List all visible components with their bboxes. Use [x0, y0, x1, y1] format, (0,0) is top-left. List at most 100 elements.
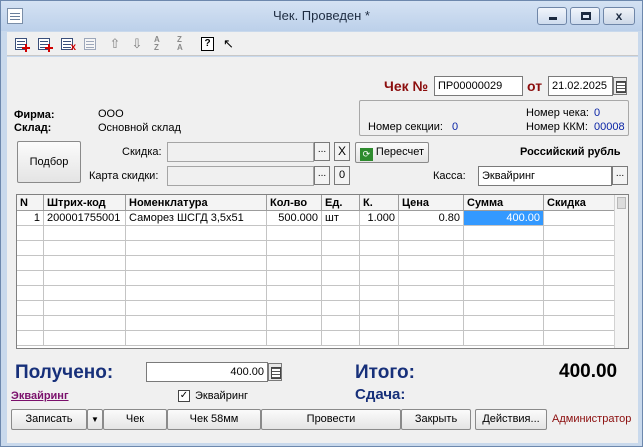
post-button[interactable]: Провести	[261, 409, 401, 430]
help-icon[interactable]: ?	[199, 36, 215, 52]
delete-row-icon[interactable]: x	[60, 36, 76, 53]
col-header-unit[interactable]: Ед.	[322, 195, 360, 211]
empty-cell[interactable]	[544, 226, 616, 241]
empty-cell[interactable]	[464, 316, 544, 331]
empty-cell[interactable]	[399, 316, 464, 331]
empty-cell[interactable]	[544, 301, 616, 316]
empty-cell[interactable]	[126, 271, 267, 286]
cell-n[interactable]: 1	[17, 211, 44, 226]
empty-cell[interactable]	[267, 331, 322, 346]
maximize-button[interactable]	[570, 7, 600, 25]
empty-cell[interactable]	[322, 301, 360, 316]
edit-row-icon[interactable]	[83, 36, 99, 52]
empty-cell[interactable]	[126, 256, 267, 271]
empty-cell[interactable]	[544, 256, 616, 271]
cell-price[interactable]: 0.80	[399, 211, 464, 226]
empty-cell[interactable]	[267, 241, 322, 256]
empty-cell[interactable]	[360, 286, 399, 301]
empty-cell[interactable]	[44, 331, 126, 346]
empty-cell[interactable]	[322, 226, 360, 241]
empty-cell[interactable]	[464, 301, 544, 316]
calendar-icon[interactable]	[613, 77, 627, 95]
discount-card-select-button[interactable]: ...	[314, 166, 330, 185]
empty-cell[interactable]	[322, 241, 360, 256]
sort-descending-icon[interactable]: ZA	[176, 36, 192, 52]
discount-card-zero-button[interactable]: 0	[334, 166, 350, 185]
check-number-field[interactable]: ПР00000029	[434, 76, 523, 96]
empty-cell[interactable]	[44, 286, 126, 301]
empty-cell[interactable]	[464, 256, 544, 271]
table-scrollbar[interactable]	[614, 195, 628, 348]
cell-unit[interactable]: шт	[322, 211, 360, 226]
print-check-58mm-button[interactable]: Чек 58мм	[167, 409, 261, 430]
empty-cell[interactable]	[126, 316, 267, 331]
empty-cell[interactable]	[126, 226, 267, 241]
empty-cell[interactable]	[17, 316, 44, 331]
empty-cell[interactable]	[464, 241, 544, 256]
cell-discount[interactable]	[544, 211, 616, 226]
acquiring-link[interactable]: Эквайринг	[11, 390, 69, 402]
empty-cell[interactable]	[399, 331, 464, 346]
pointer-help-icon[interactable]: ↖	[221, 36, 237, 52]
empty-cell[interactable]	[322, 271, 360, 286]
empty-cell[interactable]	[399, 271, 464, 286]
empty-cell[interactable]	[464, 226, 544, 241]
col-header-sum[interactable]: Сумма	[464, 195, 544, 211]
empty-cell[interactable]	[464, 271, 544, 286]
empty-cell[interactable]	[544, 271, 616, 286]
empty-cell[interactable]	[360, 241, 399, 256]
discount-select-button[interactable]: ...	[314, 142, 330, 161]
empty-cell[interactable]	[464, 286, 544, 301]
empty-cell[interactable]	[360, 331, 399, 346]
save-button[interactable]: Записать	[11, 409, 87, 430]
recalculate-button[interactable]: ⟳ Пересчет	[355, 142, 429, 163]
empty-cell[interactable]	[360, 256, 399, 271]
empty-cell[interactable]	[544, 331, 616, 346]
empty-cell[interactable]	[126, 241, 267, 256]
empty-cell[interactable]	[322, 256, 360, 271]
empty-cell[interactable]	[44, 226, 126, 241]
kassa-field[interactable]: Эквайринг	[478, 166, 612, 186]
empty-cell[interactable]	[17, 301, 44, 316]
empty-cell[interactable]	[267, 316, 322, 331]
empty-cell[interactable]	[17, 331, 44, 346]
cell-k[interactable]: 1.000	[360, 211, 399, 226]
discount-clear-button[interactable]: X	[334, 142, 350, 161]
empty-cell[interactable]	[267, 286, 322, 301]
empty-cell[interactable]	[126, 301, 267, 316]
add-row-icon[interactable]	[14, 36, 30, 52]
empty-cell[interactable]	[399, 241, 464, 256]
empty-cell[interactable]	[126, 331, 267, 346]
empty-cell[interactable]	[360, 271, 399, 286]
cell-barcode[interactable]: 200001755001	[44, 211, 126, 226]
print-check-button[interactable]: Чек	[103, 409, 167, 430]
col-header-qty[interactable]: Кол-во	[267, 195, 322, 211]
move-down-icon[interactable]: ⇩	[129, 36, 145, 52]
discount-field[interactable]	[167, 142, 314, 162]
empty-cell[interactable]	[17, 241, 44, 256]
save-dropdown-button[interactable]: ▼	[87, 409, 103, 430]
empty-cell[interactable]	[399, 286, 464, 301]
empty-cell[interactable]	[399, 301, 464, 316]
empty-cell[interactable]	[399, 256, 464, 271]
col-header-discount[interactable]: Скидка	[544, 195, 616, 211]
empty-cell[interactable]	[360, 226, 399, 241]
empty-cell[interactable]	[360, 316, 399, 331]
col-header-k[interactable]: К.	[360, 195, 399, 211]
empty-cell[interactable]	[17, 271, 44, 286]
empty-cell[interactable]	[360, 301, 399, 316]
title-bar[interactable]: Чек. Проведен * x	[1, 1, 642, 31]
empty-cell[interactable]	[17, 226, 44, 241]
empty-cell[interactable]	[267, 226, 322, 241]
move-up-icon[interactable]: ⇧	[107, 36, 123, 52]
empty-cell[interactable]	[322, 316, 360, 331]
calculator-icon[interactable]	[268, 363, 282, 381]
empty-cell[interactable]	[44, 241, 126, 256]
cell-sum[interactable]: 400.00	[464, 211, 544, 226]
minimize-button[interactable]	[537, 7, 567, 25]
discount-card-field[interactable]	[167, 166, 314, 186]
acquiring-checkbox[interactable]: ✓	[178, 390, 190, 402]
received-field[interactable]: 400.00	[146, 362, 268, 382]
empty-cell[interactable]	[544, 241, 616, 256]
col-header-price[interactable]: Цена	[399, 195, 464, 211]
